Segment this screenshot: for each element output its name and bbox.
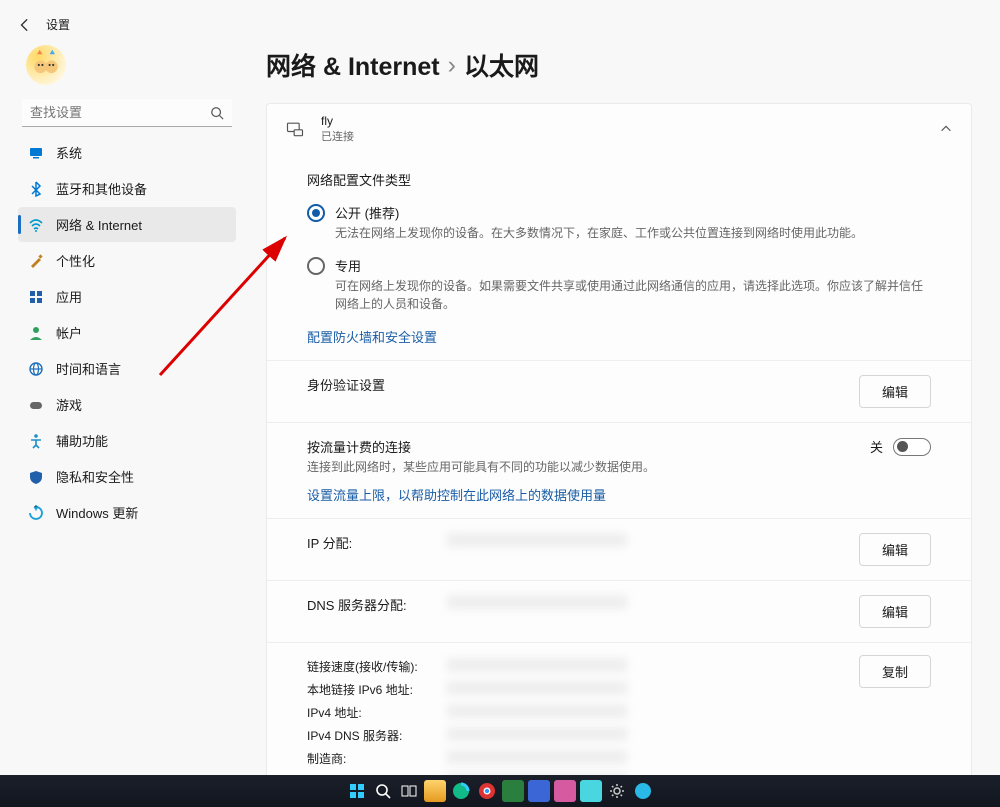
window-title: 设置 (46, 16, 70, 33)
profile-radio-1[interactable]: 专用可在网络上发现你的设备。如果需要文件共享或使用通过此网络通信的应用，请选择此… (307, 256, 931, 313)
sidebar-item-7[interactable]: 游戏 (18, 387, 236, 422)
taskbar (0, 775, 1000, 807)
copy-button[interactable]: 复制 (859, 655, 931, 688)
brush-icon (28, 253, 44, 269)
taskbar-app-icon-3[interactable] (554, 780, 576, 802)
metered-state: 关 (870, 437, 883, 456)
profile-section-title: 网络配置文件类型 (307, 170, 931, 189)
game-icon (28, 397, 44, 413)
connection-header[interactable]: fly 已连接 (267, 104, 971, 154)
sidebar-item-0[interactable]: 系统 (18, 135, 236, 170)
auth-label: 身份验证设置 (307, 375, 847, 394)
bluetooth-icon (28, 181, 44, 197)
sidebar-item-9[interactable]: 隐私和安全性 (18, 459, 236, 494)
taskbar-app-icon-2[interactable] (528, 780, 550, 802)
profile-radio-0[interactable]: 公开 (推荐)无法在网络上发现你的设备。在大多数情况下，在家庭、工作或公共位置连… (307, 203, 931, 242)
monitor-icon (28, 145, 44, 161)
metered-desc: 连接到此网络时，某些应用可能具有不同的功能以减少数据使用。 (307, 458, 870, 475)
access-icon (28, 433, 44, 449)
detail-row-0: 链接速度(接收/传输): (307, 655, 931, 678)
user-avatar[interactable] (26, 45, 66, 85)
ethernet-icon (285, 119, 305, 139)
apps-icon (28, 289, 44, 305)
taskbar-app-icon-4[interactable] (580, 780, 602, 802)
dns-value (447, 595, 627, 609)
main-content: 网络 & Internet › 以太网 fly 已连接 网络配置文件类型 公开 … (242, 33, 1000, 780)
update-icon (28, 505, 44, 521)
taskbar-chrome-icon[interactable] (476, 780, 498, 802)
data-limit-link[interactable]: 设置流量上限，以帮助控制在此网络上的数据使用量 (307, 485, 606, 504)
detail-row-3: IPv4 DNS 服务器: (307, 724, 931, 747)
start-button[interactable] (346, 780, 368, 802)
ip-value (447, 533, 627, 547)
taskbar-settings-icon[interactable] (606, 780, 628, 802)
detail-row-4: 制造商: (307, 747, 931, 770)
sidebar-item-8[interactable]: 辅助功能 (18, 423, 236, 458)
search-icon (210, 106, 224, 120)
shield-icon (28, 469, 44, 485)
taskbar-app-icon-5[interactable] (632, 780, 654, 802)
radio-icon (307, 204, 325, 222)
connection-status: 已连接 (321, 128, 923, 144)
taskbar-edge-icon[interactable] (450, 780, 472, 802)
dns-edit-button[interactable]: 编辑 (859, 595, 931, 628)
taskbar-search-icon[interactable] (372, 780, 394, 802)
back-button[interactable] (18, 18, 32, 32)
chevron-up-icon[interactable] (939, 122, 953, 136)
ip-label: IP 分配: (307, 533, 447, 552)
search-input[interactable] (22, 99, 232, 127)
connection-name: fly (321, 114, 923, 128)
taskbar-taskview-icon[interactable] (398, 780, 420, 802)
wifi-icon (28, 217, 44, 233)
breadcrumb-current: 以太网 (464, 47, 539, 83)
auth-edit-button[interactable]: 编辑 (859, 375, 931, 408)
metered-toggle[interactable] (893, 438, 931, 456)
dns-label: DNS 服务器分配: (307, 595, 447, 614)
sidebar-item-3[interactable]: 个性化 (18, 243, 236, 278)
sidebar-item-2[interactable]: 网络 & Internet (18, 207, 236, 242)
sidebar-item-10[interactable]: Windows 更新 (18, 495, 236, 530)
sidebar: 系统蓝牙和其他设备网络 & Internet个性化应用帐户时间和语言游戏辅助功能… (12, 33, 242, 780)
sidebar-item-5[interactable]: 帐户 (18, 315, 236, 350)
taskbar-explorer-icon[interactable] (424, 780, 446, 802)
taskbar-app-icon[interactable] (502, 780, 524, 802)
sidebar-item-6[interactable]: 时间和语言 (18, 351, 236, 386)
firewall-link[interactable]: 配置防火墙和安全设置 (307, 330, 437, 345)
breadcrumb-parent[interactable]: 网络 & Internet (266, 47, 440, 83)
ip-edit-button[interactable]: 编辑 (859, 533, 931, 566)
sidebar-item-1[interactable]: 蓝牙和其他设备 (18, 171, 236, 206)
radio-icon (307, 257, 325, 275)
page-title: 网络 & Internet › 以太网 (266, 47, 972, 83)
detail-row-2: IPv4 地址: (307, 701, 931, 724)
sidebar-item-4[interactable]: 应用 (18, 279, 236, 314)
user-icon (28, 325, 44, 341)
breadcrumb-separator: › (448, 51, 456, 80)
detail-row-1: 本地链接 IPv6 地址: (307, 678, 931, 701)
metered-label: 按流量计费的连接 (307, 437, 870, 456)
globe-icon (28, 361, 44, 377)
